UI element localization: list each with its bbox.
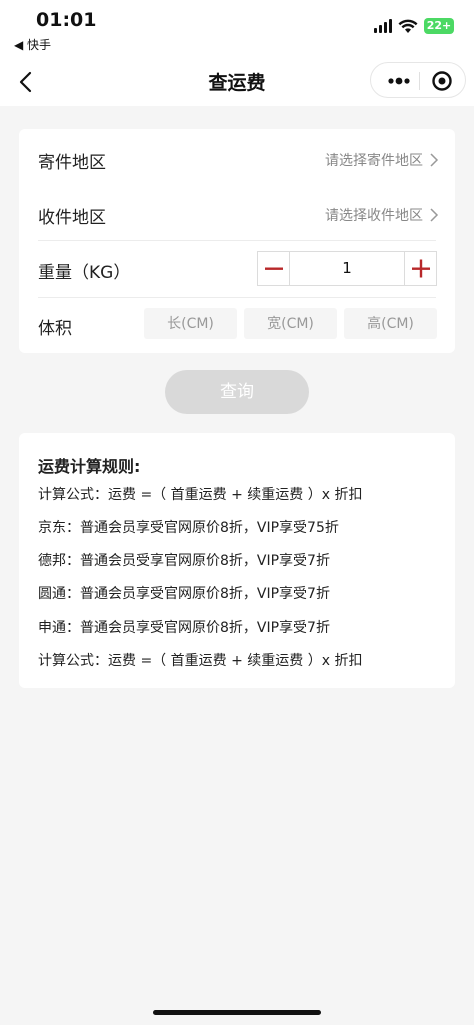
volume-row: 体积 [19, 297, 455, 353]
wifi-icon [398, 19, 418, 33]
weight-label: 重量（KG） [38, 263, 131, 283]
capsule-divider [419, 72, 420, 90]
weight-quantity-input[interactable]: 1 [290, 252, 404, 285]
rule-line: 申通：普通会员享受官网原价8折，VIP享受7折 [38, 620, 330, 636]
signal-icon [374, 19, 392, 33]
rule-line: 计算公式：运费 =（ 首重运费 + 续重运费 ）x 折扣 [38, 487, 363, 503]
chevron-right-icon [430, 208, 439, 222]
miniapp-capsule [370, 62, 466, 98]
volume-inputs [144, 308, 437, 339]
freight-rules-card: 运费计算规则: 计算公式：运费 =（ 首重运费 + 续重运费 ）x 折扣 京东：… [19, 433, 455, 688]
weight-stepper: 1 [257, 251, 437, 286]
sender-region-label: 寄件地区 [38, 153, 106, 173]
more-dots-icon[interactable] [385, 71, 413, 91]
height-input[interactable] [344, 308, 437, 339]
length-input[interactable] [144, 308, 237, 339]
rules-title: 运费计算规则: [38, 457, 141, 476]
minus-icon [265, 267, 283, 270]
back-to-app-link[interactable]: ◀ 快手 [14, 36, 51, 53]
receiver-region-placeholder: 请选择收件地区 [325, 208, 423, 224]
battery-indicator: 22+ [424, 18, 454, 34]
chevron-right-icon [430, 153, 439, 167]
receiver-region-picker[interactable]: 请选择收件地区 [325, 205, 439, 225]
width-input[interactable] [244, 308, 337, 339]
status-icons: 22+ [374, 18, 454, 34]
status-time: 01:01 [36, 9, 97, 31]
nav-bar: 查运费 [0, 58, 474, 106]
sender-region-placeholder: 请选择寄件地区 [325, 153, 423, 169]
rule-line: 计算公式：运费 =（ 首重运费 + 续重运费 ）x 折扣 [38, 653, 363, 669]
target-circle-icon[interactable] [431, 70, 453, 92]
rule-line: 京东：普通会员享受官网原价8折，VIP享受75折 [38, 520, 339, 536]
rule-line: 德邦：普通会员受享官网原价8折，VIP享受7折 [38, 553, 330, 569]
plus-icon [412, 259, 430, 278]
decrement-button[interactable] [258, 252, 290, 285]
sender-region-picker[interactable]: 请选择寄件地区 [325, 150, 439, 170]
home-indicator [153, 1010, 321, 1015]
receiver-region-label: 收件地区 [38, 208, 106, 228]
volume-label: 体积 [38, 319, 72, 339]
query-button[interactable]: 查询 [165, 370, 309, 414]
increment-button[interactable] [404, 252, 436, 285]
weight-row: 重量（KG） 1 [19, 241, 455, 297]
rule-line: 圆通：普通会员享受官网原价8折，VIP享受7折 [38, 586, 330, 602]
sender-region-row[interactable]: 寄件地区 请选择寄件地区 [19, 131, 455, 187]
status-bar: 01:01 ◀ 快手 22+ [0, 0, 474, 58]
freight-form-card: 寄件地区 请选择寄件地区 收件地区 请选择收件地区 重量（KG） 1 体积 长(… [19, 129, 455, 353]
receiver-region-row[interactable]: 收件地区 请选择收件地区 [19, 186, 455, 242]
